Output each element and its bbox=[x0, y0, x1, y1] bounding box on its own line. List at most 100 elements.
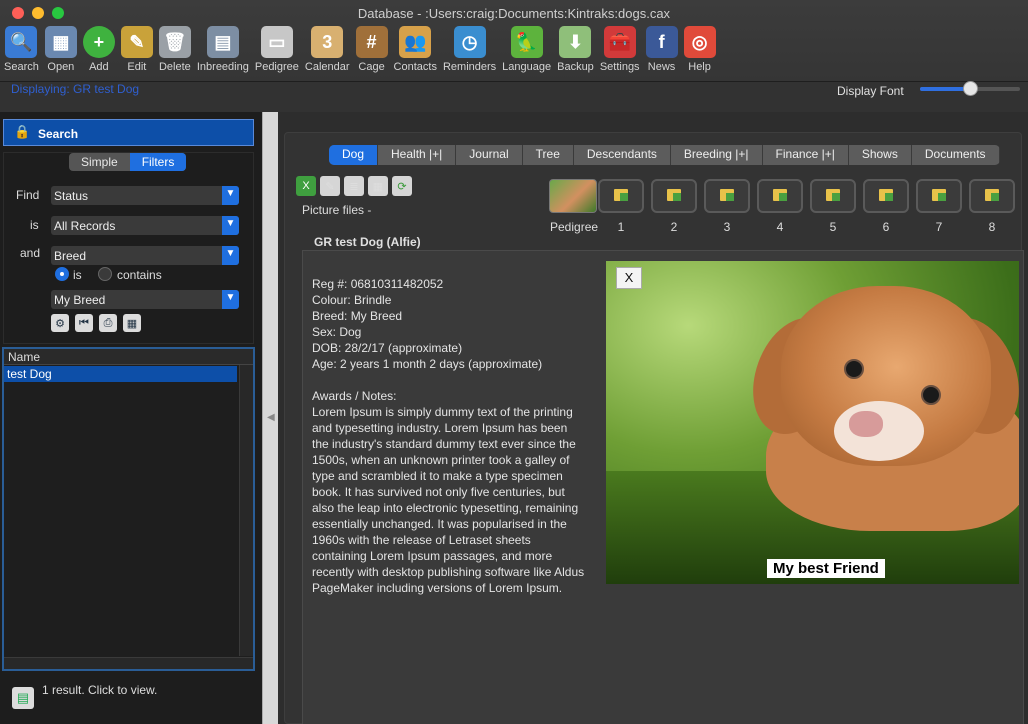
toolbar-label: Pedigree bbox=[254, 61, 299, 73]
toolbar-label: Help bbox=[688, 61, 711, 73]
tab-health[interactable]: Health |+| bbox=[378, 145, 457, 165]
picture-slot-button[interactable] bbox=[969, 179, 1015, 213]
toolbar-reminders-button[interactable]: ◷ Reminders bbox=[443, 26, 496, 78]
results-list: Name test Dog bbox=[2, 347, 255, 671]
toolbar-inbreeding-button[interactable]: ▤ Inbreeding bbox=[197, 26, 249, 78]
edit-picture-icon[interactable]: ✎ bbox=[320, 176, 340, 196]
toolbar-open-button[interactable]: ▦ Open bbox=[44, 26, 77, 78]
gear-icon[interactable]: ⚙ bbox=[51, 314, 69, 332]
toolbar-settings-button[interactable]: 🧰 Settings bbox=[600, 26, 640, 78]
picture-slot-label: 7 bbox=[935, 220, 943, 234]
picture-slot-label: 8 bbox=[988, 220, 996, 234]
toolbar-label: Calendar bbox=[304, 61, 350, 73]
calculator-icon[interactable]: ▦ bbox=[368, 176, 388, 196]
toolbar-label: Open bbox=[47, 61, 75, 73]
picture-slot-label: 6 bbox=[882, 220, 890, 234]
horizontal-scrollbar[interactable] bbox=[4, 657, 253, 669]
is-label: is bbox=[30, 218, 39, 232]
picture-slot-button[interactable] bbox=[651, 179, 697, 213]
and-select[interactable]: Breed ▼ bbox=[51, 246, 239, 265]
tab-journal[interactable]: Journal bbox=[456, 145, 523, 165]
toolbar-label: Contacts bbox=[393, 61, 437, 73]
dog-info-box: Reg #: 06810311482052 Colour: Brindle Br… bbox=[302, 250, 1024, 724]
excel-export-icon[interactable]: ▦ bbox=[123, 314, 141, 332]
display-font-slider[interactable] bbox=[920, 81, 1020, 96]
results-view-icon[interactable]: ▤ bbox=[12, 687, 34, 709]
refresh-icon[interactable]: ⟳ bbox=[392, 176, 412, 196]
toolbar-search-button[interactable]: 🔍 Search bbox=[4, 26, 39, 78]
filter-box: Simple Filters Find Status ▼ is All Reco… bbox=[3, 152, 254, 344]
tab-breeding[interactable]: Breeding |+| bbox=[671, 145, 763, 165]
toolbar-label: Inbreeding bbox=[196, 61, 249, 73]
toolbar: 🔍 Search ▦ Open + Add ✎ Edit 🗑 Delete ▤ Inbreeding ▭… bbox=[4, 26, 722, 78]
picture-slot-label: 4 bbox=[776, 220, 784, 234]
panel-splitter[interactable]: ◀ bbox=[262, 112, 278, 724]
title-bar: Database - :Users:craig:Documents:Kintra… bbox=[0, 0, 1028, 82]
radio-contains[interactable] bbox=[98, 267, 112, 281]
picture-slot-button[interactable] bbox=[598, 179, 644, 213]
mode-filters[interactable]: Filters bbox=[129, 153, 187, 171]
results-summary[interactable]: 1 result. Click to view. bbox=[42, 683, 157, 697]
tab-finance[interactable]: Finance |+| bbox=[763, 145, 849, 165]
search-header[interactable]: 🔒 Search bbox=[3, 119, 254, 146]
main-window: Database - :Users:craig:Documents:Kintra… bbox=[0, 0, 1028, 724]
trash-icon: 🗑 bbox=[158, 26, 191, 58]
is-select[interactable]: All Records ▼ bbox=[51, 216, 239, 235]
breed-select[interactable]: My Breed ▼ bbox=[51, 290, 239, 309]
toolbar-label: Edit bbox=[127, 61, 147, 73]
toolbar-edit-button[interactable]: ✎ Edit bbox=[120, 26, 153, 78]
picture-slot-label: 1 bbox=[617, 220, 625, 234]
radio-contains-label: contains bbox=[117, 268, 162, 282]
column-header-name[interactable]: Name bbox=[4, 349, 253, 365]
toolbar-add-button[interactable]: + Add bbox=[82, 26, 115, 78]
picture-slot-button[interactable] bbox=[757, 179, 803, 213]
toolbar-backup-button[interactable]: ⬇ Backup bbox=[557, 26, 594, 78]
mode-simple[interactable]: Simple bbox=[69, 153, 130, 171]
download-icon: ⬇ bbox=[559, 26, 592, 58]
parrot-icon: 🦜 bbox=[510, 26, 543, 58]
toolbar-contacts-button[interactable]: 👥 Contacts bbox=[394, 26, 437, 78]
toolbar-delete-button[interactable]: 🗑 Delete bbox=[158, 26, 191, 78]
picture-slot-button[interactable] bbox=[704, 179, 750, 213]
excel-icon[interactable]: X bbox=[296, 176, 316, 196]
toolbar-pedigree-button[interactable]: ▭ Pedigree bbox=[255, 26, 299, 78]
toolbar-calendar-button[interactable]: 3 Calendar bbox=[305, 26, 350, 78]
radio-is[interactable] bbox=[55, 267, 69, 281]
photo-dog-nose bbox=[849, 411, 883, 437]
print-icon[interactable]: ⎙ bbox=[99, 314, 117, 332]
picture-slot-label: 5 bbox=[829, 220, 837, 234]
list-item[interactable]: test Dog bbox=[4, 366, 237, 382]
dog-photo[interactable]: X My best Friend bbox=[606, 261, 1019, 584]
pedigree-thumbnail[interactable] bbox=[549, 179, 597, 213]
plus-icon: + bbox=[82, 26, 115, 58]
picture-slot-button[interactable] bbox=[916, 179, 962, 213]
tab-documents[interactable]: Documents bbox=[912, 145, 1000, 165]
tab-dog[interactable]: Dog bbox=[329, 145, 379, 165]
database-icon[interactable]: ≣ bbox=[344, 176, 364, 196]
photo-caption: My best Friend bbox=[767, 559, 885, 578]
vertical-scrollbar[interactable] bbox=[239, 365, 253, 656]
chevron-down-icon: ▼ bbox=[222, 216, 239, 235]
display-font-slider-knob[interactable] bbox=[963, 81, 978, 96]
photo-close-button[interactable]: X bbox=[616, 267, 642, 289]
toolbar-language-button[interactable]: 🦜 Language bbox=[502, 26, 551, 78]
notes-label: Awards / Notes: bbox=[312, 389, 397, 403]
photo-dog-eye-right bbox=[921, 385, 941, 405]
certificate-icon: ▭ bbox=[260, 26, 293, 58]
tab-tree[interactable]: Tree bbox=[523, 145, 574, 165]
picture-slot-button[interactable] bbox=[810, 179, 856, 213]
tab-shows[interactable]: Shows bbox=[849, 145, 912, 165]
folder-picture-icon bbox=[826, 189, 840, 201]
tab-descendants[interactable]: Descendants bbox=[574, 145, 671, 165]
toolbar-news-button[interactable]: f News bbox=[645, 26, 678, 78]
find-select[interactable]: Status ▼ bbox=[51, 186, 239, 205]
search-mode-toggle: Simple Filters bbox=[69, 153, 187, 171]
first-record-icon[interactable]: ⏮ bbox=[75, 314, 93, 332]
toolbar-label: Delete bbox=[158, 61, 191, 73]
toolbar-help-button[interactable]: ◎ Help bbox=[683, 26, 716, 78]
toolbar-cage-button[interactable]: # Cage bbox=[355, 26, 388, 78]
record-panel: Dog Health |+| Journal Tree Descendants Breed… bbox=[278, 112, 1028, 724]
picture-slot-button[interactable] bbox=[863, 179, 909, 213]
folder-picture-icon bbox=[879, 189, 893, 201]
pencil-icon: ✎ bbox=[120, 26, 153, 58]
